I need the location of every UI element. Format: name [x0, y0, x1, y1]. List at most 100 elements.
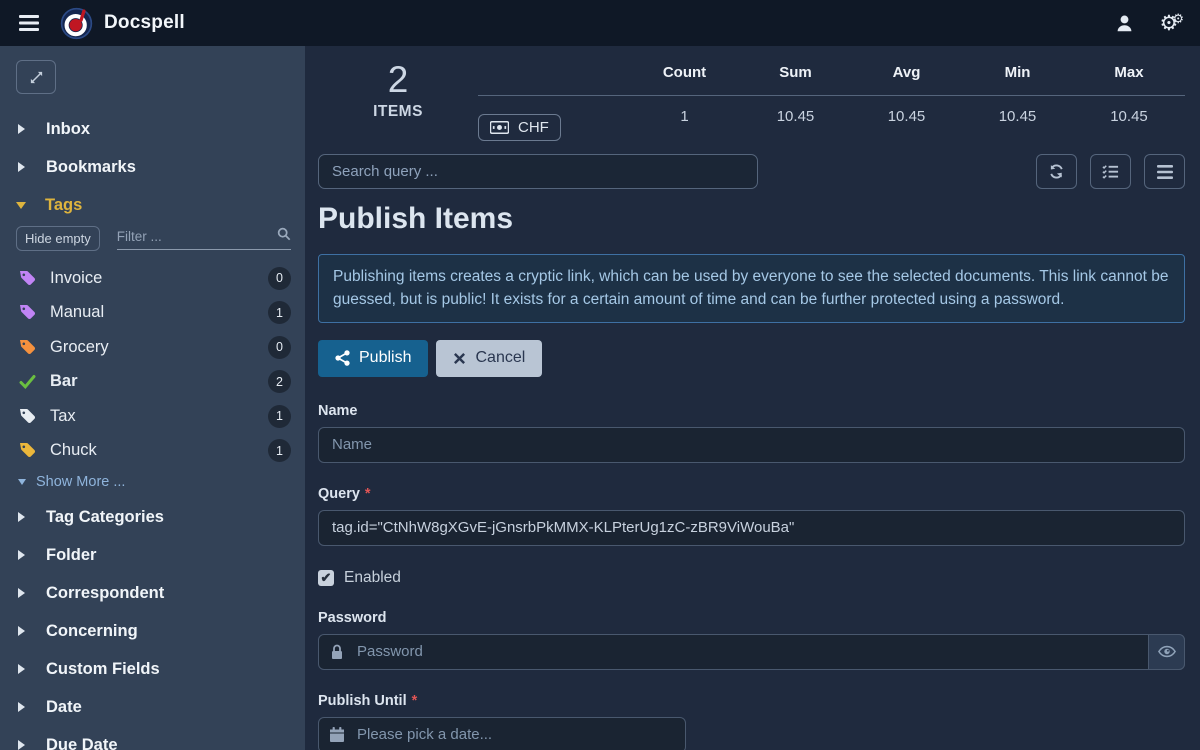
col-header-count: Count — [629, 58, 740, 96]
tag-filter-input[interactable] — [117, 229, 277, 244]
show-more-tags[interactable]: Show More ... — [16, 468, 291, 496]
tag-count-badge: 1 — [268, 439, 291, 462]
name-label: Name — [318, 403, 1185, 419]
required-marker: * — [365, 486, 371, 502]
tag-icon — [19, 442, 36, 459]
tag-count-badge: 1 — [268, 301, 291, 324]
password-input[interactable] — [318, 634, 1185, 670]
stats-summary: 2 ITEMS Count Sum Avg Min Max CHF — [318, 58, 1185, 141]
col-header-min: Min — [962, 58, 1073, 96]
main-content: 2 ITEMS Count Sum Avg Min Max CHF — [305, 46, 1200, 750]
bars-icon — [1157, 165, 1173, 179]
tag-count-badge: 2 — [268, 370, 291, 393]
enabled-checkbox-row[interactable]: ✔ Enabled — [318, 569, 1185, 587]
sidebar-item-correspondent[interactable]: Correspondent — [16, 574, 291, 612]
refresh-button[interactable] — [1036, 154, 1077, 189]
lock-icon — [330, 644, 344, 660]
tag-row-manual[interactable]: Manual 1 — [16, 296, 291, 331]
sidebar-item-inbox[interactable]: Inbox — [16, 110, 291, 148]
sidebar-item-bookmarks[interactable]: Bookmarks — [16, 148, 291, 186]
toggle-password-visibility-button[interactable] — [1148, 634, 1185, 670]
caret-right-icon — [18, 664, 25, 674]
sidebar: Inbox Bookmarks Tags Hide empty Invoice … — [0, 46, 305, 750]
cancel-button[interactable]: Cancel — [436, 340, 542, 377]
tag-icon — [19, 408, 36, 425]
list-view-button[interactable] — [1090, 154, 1131, 189]
publish-until-label: Publish Until * — [318, 693, 1185, 709]
eye-icon — [1158, 645, 1176, 658]
caret-right-icon — [18, 702, 25, 712]
password-label: Password — [318, 610, 1185, 626]
caret-right-icon — [18, 512, 25, 522]
caret-right-icon — [18, 588, 25, 598]
money-bill-icon — [490, 121, 509, 134]
sidebar-item-tags[interactable]: Tags — [16, 186, 291, 224]
col-header-avg: Avg — [851, 58, 962, 96]
page-title: Publish Items — [318, 202, 1185, 236]
top-navbar: Docspell ⚙⚙ — [0, 0, 1200, 46]
cell-max: 10.45 — [1073, 96, 1185, 141]
share-icon — [335, 350, 350, 366]
name-input[interactable] — [318, 427, 1185, 463]
refresh-icon — [1048, 163, 1065, 180]
caret-right-icon — [18, 162, 25, 172]
tag-count-badge: 1 — [268, 405, 291, 428]
currency-stats-table: Count Sum Avg Min Max CHF 1 10.45 10.45 — [478, 58, 1185, 141]
col-header-max: Max — [1073, 58, 1185, 96]
hide-empty-button[interactable]: Hide empty — [16, 226, 100, 251]
tag-icon — [19, 270, 36, 287]
collapse-sidebar-button[interactable] — [16, 60, 56, 94]
search-icon — [277, 227, 291, 246]
check-icon — [19, 373, 36, 390]
tag-row-bar[interactable]: Bar 2 — [16, 365, 291, 400]
tag-icon — [19, 339, 36, 356]
tag-filter — [117, 227, 291, 250]
task-list-icon — [1102, 164, 1119, 179]
tag-count-badge: 0 — [268, 267, 291, 290]
cell-count: 1 — [629, 96, 740, 141]
sidebar-item-date[interactable]: Date — [16, 688, 291, 726]
sidebar-item-concerning[interactable]: Concerning — [16, 612, 291, 650]
menu-button[interactable] — [1144, 154, 1185, 189]
currency-badge: CHF — [478, 114, 561, 141]
sidebar-item-tag-categories[interactable]: Tag Categories — [16, 498, 291, 536]
publish-until-date-input[interactable] — [318, 717, 686, 750]
cell-min: 10.45 — [962, 96, 1073, 141]
tag-row-chuck[interactable]: Chuck 1 — [16, 434, 291, 469]
publish-button[interactable]: Publish — [318, 340, 428, 377]
sidebar-item-folder[interactable]: Folder — [16, 536, 291, 574]
tag-row-grocery[interactable]: Grocery 0 — [16, 330, 291, 365]
cell-sum: 10.45 — [740, 96, 851, 141]
query-input[interactable] — [318, 510, 1185, 546]
table-row: CHF — [478, 96, 629, 141]
close-icon — [453, 352, 466, 365]
calendar-icon — [330, 727, 344, 742]
cell-avg: 10.45 — [851, 96, 962, 141]
caret-right-icon — [18, 740, 25, 750]
sidebar-item-due-date[interactable]: Due Date — [16, 726, 291, 750]
enabled-label: Enabled — [344, 569, 401, 587]
caret-right-icon — [18, 626, 25, 636]
search-query-input[interactable] — [318, 154, 758, 189]
query-label: Query * — [318, 486, 1185, 502]
publish-info-message: Publishing items creates a cryptic link,… — [318, 254, 1185, 323]
app-title: Docspell — [104, 12, 185, 34]
enabled-checkbox[interactable]: ✔ — [318, 570, 334, 586]
caret-right-icon — [18, 550, 25, 560]
hamburger-menu-icon[interactable] — [16, 10, 42, 36]
caret-down-icon — [16, 202, 26, 209]
tag-icon — [19, 304, 36, 321]
docspell-logo — [60, 7, 93, 40]
tag-row-invoice[interactable]: Invoice 0 — [16, 261, 291, 296]
sidebar-item-custom-fields[interactable]: Custom Fields — [16, 650, 291, 688]
caret-right-icon — [18, 124, 25, 134]
items-count: 2 — [318, 60, 478, 101]
tag-count-badge: 0 — [268, 336, 291, 359]
user-icon[interactable] — [1115, 14, 1134, 33]
items-count-label: ITEMS — [318, 103, 478, 121]
settings-gears-icon[interactable]: ⚙⚙ — [1160, 13, 1184, 34]
tag-row-tax[interactable]: Tax 1 — [16, 399, 291, 434]
required-marker: * — [412, 693, 418, 709]
chevron-down-icon — [18, 479, 26, 485]
col-header-sum: Sum — [740, 58, 851, 96]
